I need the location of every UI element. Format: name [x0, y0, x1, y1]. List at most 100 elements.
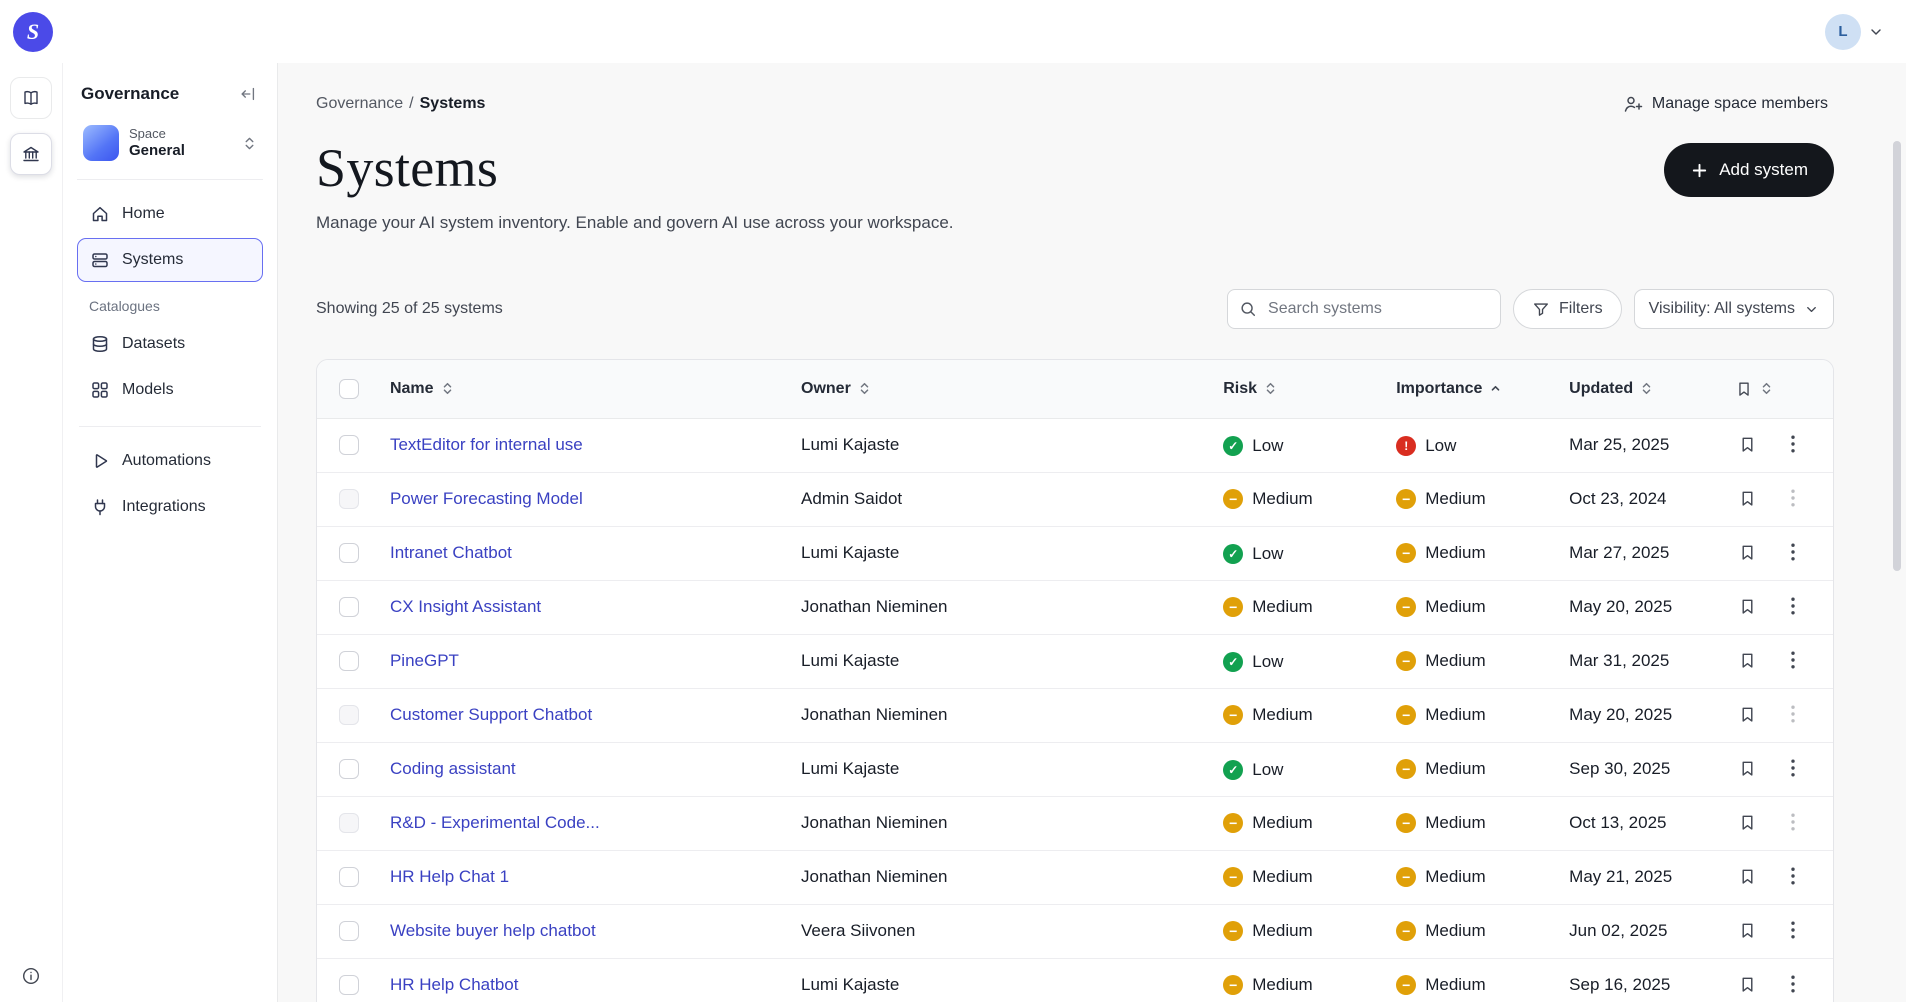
sidebar-item-automations[interactable]: Automations: [77, 439, 263, 483]
risk-cell: Medium: [1207, 580, 1381, 635]
row-menu-button[interactable]: [1788, 432, 1798, 456]
row-menu-button[interactable]: [1788, 972, 1798, 996]
catalogues-heading: Catalogues: [89, 298, 160, 314]
system-name-link[interactable]: R&D - Experimental Code...: [390, 813, 769, 833]
row-checkbox[interactable]: [339, 543, 359, 563]
column-header-updated[interactable]: Updated: [1553, 360, 1732, 419]
filters-button[interactable]: Filters: [1513, 289, 1622, 329]
select-all-checkbox[interactable]: [339, 378, 359, 399]
bookmark-button[interactable]: [1735, 864, 1760, 889]
row-menu-button[interactable]: [1788, 648, 1798, 672]
column-header-name[interactable]: Name: [373, 360, 786, 419]
system-name-link[interactable]: PineGPT: [390, 651, 769, 671]
row-menu-button[interactable]: [1788, 540, 1798, 564]
vertical-scrollbar[interactable]: [1893, 141, 1901, 571]
bookmark-button[interactable]: [1735, 918, 1760, 943]
risk-label: Medium: [1252, 489, 1313, 508]
bookmark-button[interactable]: [1735, 432, 1760, 457]
system-name-link[interactable]: TextEditor for internal use: [390, 435, 769, 455]
bookmark-button[interactable]: [1735, 702, 1760, 727]
row-checkbox[interactable]: [339, 759, 359, 779]
row-checkbox[interactable]: [339, 813, 359, 833]
row-menu-button[interactable]: [1788, 486, 1798, 510]
bookmark-button[interactable]: [1735, 486, 1760, 511]
sidebar-item-models[interactable]: Models: [77, 368, 263, 412]
system-name-link[interactable]: Customer Support Chatbot: [390, 705, 769, 725]
system-name-link[interactable]: Coding assistant: [390, 759, 769, 779]
visibility-dropdown[interactable]: Visibility: All systems: [1633, 289, 1834, 329]
manage-space-members-button[interactable]: Manage space members: [1617, 93, 1834, 115]
column-label: Risk: [1223, 379, 1258, 397]
bookmark-button[interactable]: [1735, 540, 1760, 565]
row-checkbox[interactable]: [339, 489, 359, 509]
row-select-cell: [317, 850, 374, 905]
row-checkbox[interactable]: [339, 867, 359, 887]
rail-item-help[interactable]: [0, 966, 62, 986]
actions-cell: [1780, 526, 1833, 581]
importance-badge: Medium: [1396, 489, 1486, 509]
user-menu[interactable]: L: [1825, 13, 1884, 50]
name-cell: Power Forecasting Model: [373, 472, 786, 527]
system-name-link[interactable]: Intranet Chatbot: [390, 543, 769, 563]
risk-badge: Medium: [1223, 975, 1313, 996]
system-name-link[interactable]: HR Help Chatbot: [390, 975, 769, 995]
row-menu-button[interactable]: [1788, 594, 1798, 618]
row-menu-button[interactable]: [1788, 702, 1798, 726]
sidebar-item-integrations[interactable]: Integrations: [77, 485, 263, 529]
system-name-link[interactable]: HR Help Chat 1: [390, 867, 769, 887]
bookmark-button[interactable]: [1735, 756, 1760, 781]
column-header-owner[interactable]: Owner: [785, 360, 1208, 419]
updated-cell: Jun 02, 2025: [1553, 904, 1732, 959]
row-checkbox[interactable]: [339, 705, 359, 725]
risk-badge: Low: [1223, 543, 1283, 564]
table-row: TextEditor for internal use Lumi Kajaste…: [317, 418, 1833, 473]
column-header-bookmark[interactable]: [1731, 360, 1781, 419]
search-input[interactable]: [1266, 299, 1489, 319]
page-subtitle: Manage your AI system inventory. Enable …: [316, 213, 954, 232]
app-logo[interactable]: S: [13, 11, 53, 52]
main-content: Governance / Systems Manage space member…: [278, 63, 1906, 1002]
add-system-button[interactable]: Add system: [1664, 143, 1834, 197]
system-name-link[interactable]: Power Forecasting Model: [390, 489, 769, 509]
column-header-risk[interactable]: Risk: [1207, 360, 1381, 419]
space-selector[interactable]: Space General: [77, 119, 263, 180]
system-name-link[interactable]: Website buyer help chatbot: [390, 921, 769, 941]
row-select-cell: [317, 742, 374, 797]
bookmark-cell: [1731, 958, 1780, 1002]
bookmark-button[interactable]: [1735, 648, 1760, 673]
sidebar-item-systems[interactable]: Systems: [77, 238, 263, 282]
sidebar-item-home[interactable]: Home: [77, 192, 263, 236]
risk-badge: Medium: [1223, 921, 1313, 941]
collapse-sidebar-icon[interactable]: [237, 83, 259, 105]
bookmark-button[interactable]: [1735, 810, 1760, 835]
sidebar-item-datasets[interactable]: Datasets: [77, 322, 263, 366]
owner-cell: Admin Saidot: [785, 472, 1208, 527]
risk-label: Medium: [1252, 867, 1313, 886]
system-name-link[interactable]: CX Insight Assistant: [390, 597, 769, 617]
breadcrumb-parent[interactable]: Governance: [316, 95, 403, 113]
column-label: Importance: [1396, 379, 1483, 397]
row-menu-button[interactable]: [1788, 756, 1798, 780]
rail-item-library[interactable]: [10, 77, 52, 119]
row-menu-button[interactable]: [1788, 864, 1798, 888]
row-checkbox[interactable]: [339, 435, 359, 455]
row-checkbox[interactable]: [339, 651, 359, 671]
rail-item-governance[interactable]: [10, 133, 52, 175]
sort-icon: [441, 382, 454, 395]
bookmark-button[interactable]: [1735, 972, 1760, 997]
row-checkbox[interactable]: [339, 975, 359, 996]
row-checkbox[interactable]: [339, 597, 359, 617]
bookmark-button[interactable]: [1735, 594, 1760, 619]
row-menu-button[interactable]: [1788, 918, 1798, 942]
row-menu-button[interactable]: [1788, 810, 1798, 834]
updated-cell: Oct 13, 2025: [1553, 796, 1732, 851]
risk-level-icon: [1223, 705, 1244, 725]
table-row: PineGPT Lumi Kajaste Low Medium Mar 31, …: [317, 634, 1833, 689]
row-select-cell: [317, 796, 374, 851]
importance-badge: Medium: [1396, 705, 1486, 725]
importance-badge: Medium: [1396, 813, 1486, 833]
column-header-importance[interactable]: Importance: [1380, 360, 1554, 419]
updated-cell: May 21, 2025: [1553, 850, 1732, 905]
app-shell: Governance Space General Home Systems Ca…: [0, 63, 1906, 1002]
row-checkbox[interactable]: [339, 921, 359, 941]
